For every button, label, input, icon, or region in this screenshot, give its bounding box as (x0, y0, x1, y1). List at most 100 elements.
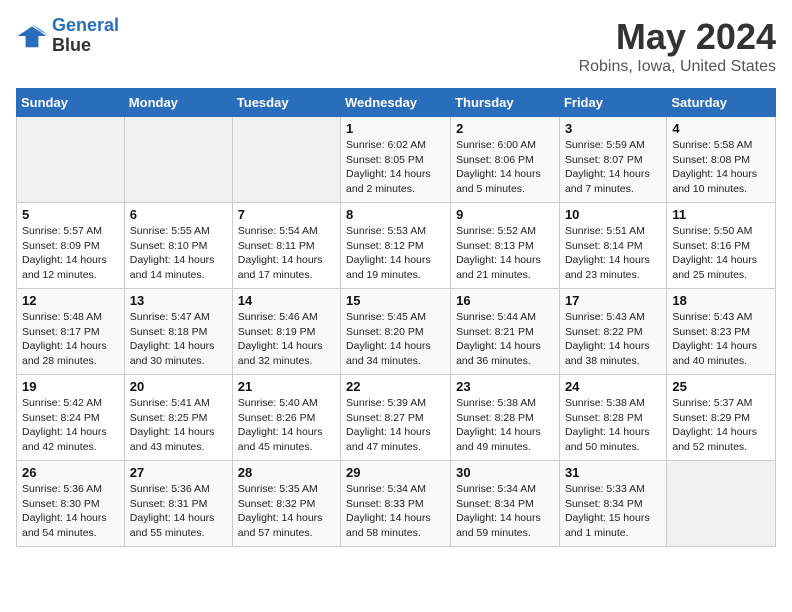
day-info: Sunrise: 5:36 AMSunset: 8:31 PMDaylight:… (130, 482, 227, 541)
calendar-cell (667, 461, 776, 547)
day-info: Sunrise: 5:39 AMSunset: 8:27 PMDaylight:… (346, 396, 445, 455)
day-number: 6 (130, 207, 227, 222)
calendar-cell: 3 Sunrise: 5:59 AMSunset: 8:07 PMDaylight… (559, 117, 666, 203)
weekday-header: Monday (124, 89, 232, 117)
calendar-cell: 23 Sunrise: 5:38 AMSunset: 8:28 PMDayligh… (451, 375, 560, 461)
header-row: SundayMondayTuesdayWednesdayThursdayFrid… (17, 89, 776, 117)
day-number: 31 (565, 465, 661, 480)
weekday-header: Sunday (17, 89, 125, 117)
day-number: 27 (130, 465, 227, 480)
calendar-cell (17, 117, 125, 203)
day-number: 8 (346, 207, 445, 222)
day-info: Sunrise: 5:58 AMSunset: 8:08 PMDaylight:… (672, 138, 770, 197)
day-info: Sunrise: 5:40 AMSunset: 8:26 PMDaylight:… (238, 396, 335, 455)
logo-icon (16, 20, 48, 52)
day-info: Sunrise: 5:46 AMSunset: 8:19 PMDaylight:… (238, 310, 335, 369)
calendar-cell: 31 Sunrise: 5:33 AMSunset: 8:34 PMDayligh… (559, 461, 666, 547)
calendar-cell: 24Sunrise: 5:38 AMSunset: 8:28 PMDayligh… (559, 375, 666, 461)
day-info: Sunrise: 5:47 AMSunset: 8:18 PMDaylight:… (130, 310, 227, 369)
day-number: 17 (565, 293, 661, 308)
calendar-cell: 25 Sunrise: 5:37 AMSunset: 8:29 PMDayligh… (667, 375, 776, 461)
day-number: 24 (565, 379, 661, 394)
day-number: 21 (238, 379, 335, 394)
day-info: Sunrise: 5:54 AMSunset: 8:11 PMDaylight:… (238, 224, 335, 283)
page-header: General Blue May 2024 Robins, Iowa, Unit… (16, 16, 776, 76)
location: Robins, Iowa, United States (579, 58, 776, 76)
month-title: May 2024 (579, 16, 776, 58)
calendar-cell: 2Sunrise: 6:00 AMSunset: 8:06 PMDaylight… (451, 117, 560, 203)
calendar-cell: 1 Sunrise: 6:02 AMSunset: 8:05 PMDaylight… (341, 117, 451, 203)
calendar-cell: 16 Sunrise: 5:44 AMSunset: 8:21 PMDayligh… (451, 289, 560, 375)
calendar-table: SundayMondayTuesdayWednesdayThursdayFrid… (16, 88, 776, 547)
day-info: Sunrise: 5:43 AMSunset: 8:22 PMDaylight:… (565, 310, 661, 369)
logo-text: General Blue (52, 16, 119, 56)
weekday-header: Friday (559, 89, 666, 117)
day-info: Sunrise: 5:52 AMSunset: 8:13 PMDaylight:… (456, 224, 554, 283)
day-number: 13 (130, 293, 227, 308)
day-number: 19 (22, 379, 119, 394)
day-number: 3 (565, 121, 661, 136)
day-number: 7 (238, 207, 335, 222)
calendar-cell: 19 Sunrise: 5:42 AMSunset: 8:24 PMDayligh… (17, 375, 125, 461)
day-info: Sunrise: 5:38 AMSunset: 8:28 PMDaylight:… (456, 396, 554, 455)
day-number: 30 (456, 465, 554, 480)
calendar-week-row: 12 Sunrise: 5:48 AMSunset: 8:17 PMDayligh… (17, 289, 776, 375)
weekday-header: Tuesday (232, 89, 340, 117)
calendar-cell: 9 Sunrise: 5:52 AMSunset: 8:13 PMDaylight… (451, 203, 560, 289)
day-info: Sunrise: 5:50 AMSunset: 8:16 PMDaylight:… (672, 224, 770, 283)
day-number: 1 (346, 121, 445, 136)
calendar-cell: 6Sunrise: 5:55 AMSunset: 8:10 PMDaylight… (124, 203, 232, 289)
calendar-week-row: 19 Sunrise: 5:42 AMSunset: 8:24 PMDayligh… (17, 375, 776, 461)
day-number: 25 (672, 379, 770, 394)
day-info: Sunrise: 5:48 AMSunset: 8:17 PMDaylight:… (22, 310, 119, 369)
calendar-cell: 22 Sunrise: 5:39 AMSunset: 8:27 PMDayligh… (341, 375, 451, 461)
day-number: 29 (346, 465, 445, 480)
day-number: 26 (22, 465, 119, 480)
calendar-cell: 14 Sunrise: 5:46 AMSunset: 8:19 PMDayligh… (232, 289, 340, 375)
day-number: 10 (565, 207, 661, 222)
day-number: 4 (672, 121, 770, 136)
day-number: 11 (672, 207, 770, 222)
day-info: Sunrise: 6:02 AMSunset: 8:05 PMDaylight:… (346, 138, 445, 197)
day-info: Sunrise: 5:34 AMSunset: 8:34 PMDaylight:… (456, 482, 554, 541)
calendar-cell: 26 Sunrise: 5:36 AMSunset: 8:30 PMDayligh… (17, 461, 125, 547)
day-info: Sunrise: 5:33 AMSunset: 8:34 PMDaylight:… (565, 482, 661, 541)
calendar-cell: 15Sunrise: 5:45 AMSunset: 8:20 PMDayligh… (341, 289, 451, 375)
calendar-week-row: 5Sunrise: 5:57 AMSunset: 8:09 PMDaylight… (17, 203, 776, 289)
day-number: 14 (238, 293, 335, 308)
calendar-cell: 28 Sunrise: 5:35 AMSunset: 8:32 PMDayligh… (232, 461, 340, 547)
day-number: 5 (22, 207, 119, 222)
day-number: 23 (456, 379, 554, 394)
day-number: 28 (238, 465, 335, 480)
calendar-cell (124, 117, 232, 203)
day-number: 2 (456, 121, 554, 136)
day-info: Sunrise: 5:45 AMSunset: 8:20 PMDaylight:… (346, 310, 445, 369)
day-number: 16 (456, 293, 554, 308)
day-info: Sunrise: 5:41 AMSunset: 8:25 PMDaylight:… (130, 396, 227, 455)
calendar-cell: 7 Sunrise: 5:54 AMSunset: 8:11 PMDaylight… (232, 203, 340, 289)
calendar-week-row: 1 Sunrise: 6:02 AMSunset: 8:05 PMDaylight… (17, 117, 776, 203)
day-info: Sunrise: 5:43 AMSunset: 8:23 PMDaylight:… (672, 310, 770, 369)
weekday-header: Wednesday (341, 89, 451, 117)
calendar-cell: 13 Sunrise: 5:47 AMSunset: 8:18 PMDayligh… (124, 289, 232, 375)
calendar-cell: 8Sunrise: 5:53 AMSunset: 8:12 PMDaylight… (341, 203, 451, 289)
day-number: 9 (456, 207, 554, 222)
day-number: 22 (346, 379, 445, 394)
day-info: Sunrise: 5:59 AMSunset: 8:07 PMDaylight:… (565, 138, 661, 197)
title-block: May 2024 Robins, Iowa, United States (579, 16, 776, 76)
day-info: Sunrise: 5:51 AMSunset: 8:14 PMDaylight:… (565, 224, 661, 283)
day-number: 12 (22, 293, 119, 308)
calendar-cell: 4 Sunrise: 5:58 AMSunset: 8:08 PMDaylight… (667, 117, 776, 203)
weekday-header: Saturday (667, 89, 776, 117)
day-info: Sunrise: 5:42 AMSunset: 8:24 PMDaylight:… (22, 396, 119, 455)
day-info: Sunrise: 5:37 AMSunset: 8:29 PMDaylight:… (672, 396, 770, 455)
calendar-cell: 5Sunrise: 5:57 AMSunset: 8:09 PMDaylight… (17, 203, 125, 289)
day-info: Sunrise: 5:44 AMSunset: 8:21 PMDaylight:… (456, 310, 554, 369)
day-info: Sunrise: 5:35 AMSunset: 8:32 PMDaylight:… (238, 482, 335, 541)
calendar-cell: 10 Sunrise: 5:51 AMSunset: 8:14 PMDayligh… (559, 203, 666, 289)
calendar-cell: 17 Sunrise: 5:43 AMSunset: 8:22 PMDayligh… (559, 289, 666, 375)
calendar-week-row: 26 Sunrise: 5:36 AMSunset: 8:30 PMDayligh… (17, 461, 776, 547)
calendar-cell: 29Sunrise: 5:34 AMSunset: 8:33 PMDayligh… (341, 461, 451, 547)
calendar-cell: 11 Sunrise: 5:50 AMSunset: 8:16 PMDayligh… (667, 203, 776, 289)
day-info: Sunrise: 5:36 AMSunset: 8:30 PMDaylight:… (22, 482, 119, 541)
